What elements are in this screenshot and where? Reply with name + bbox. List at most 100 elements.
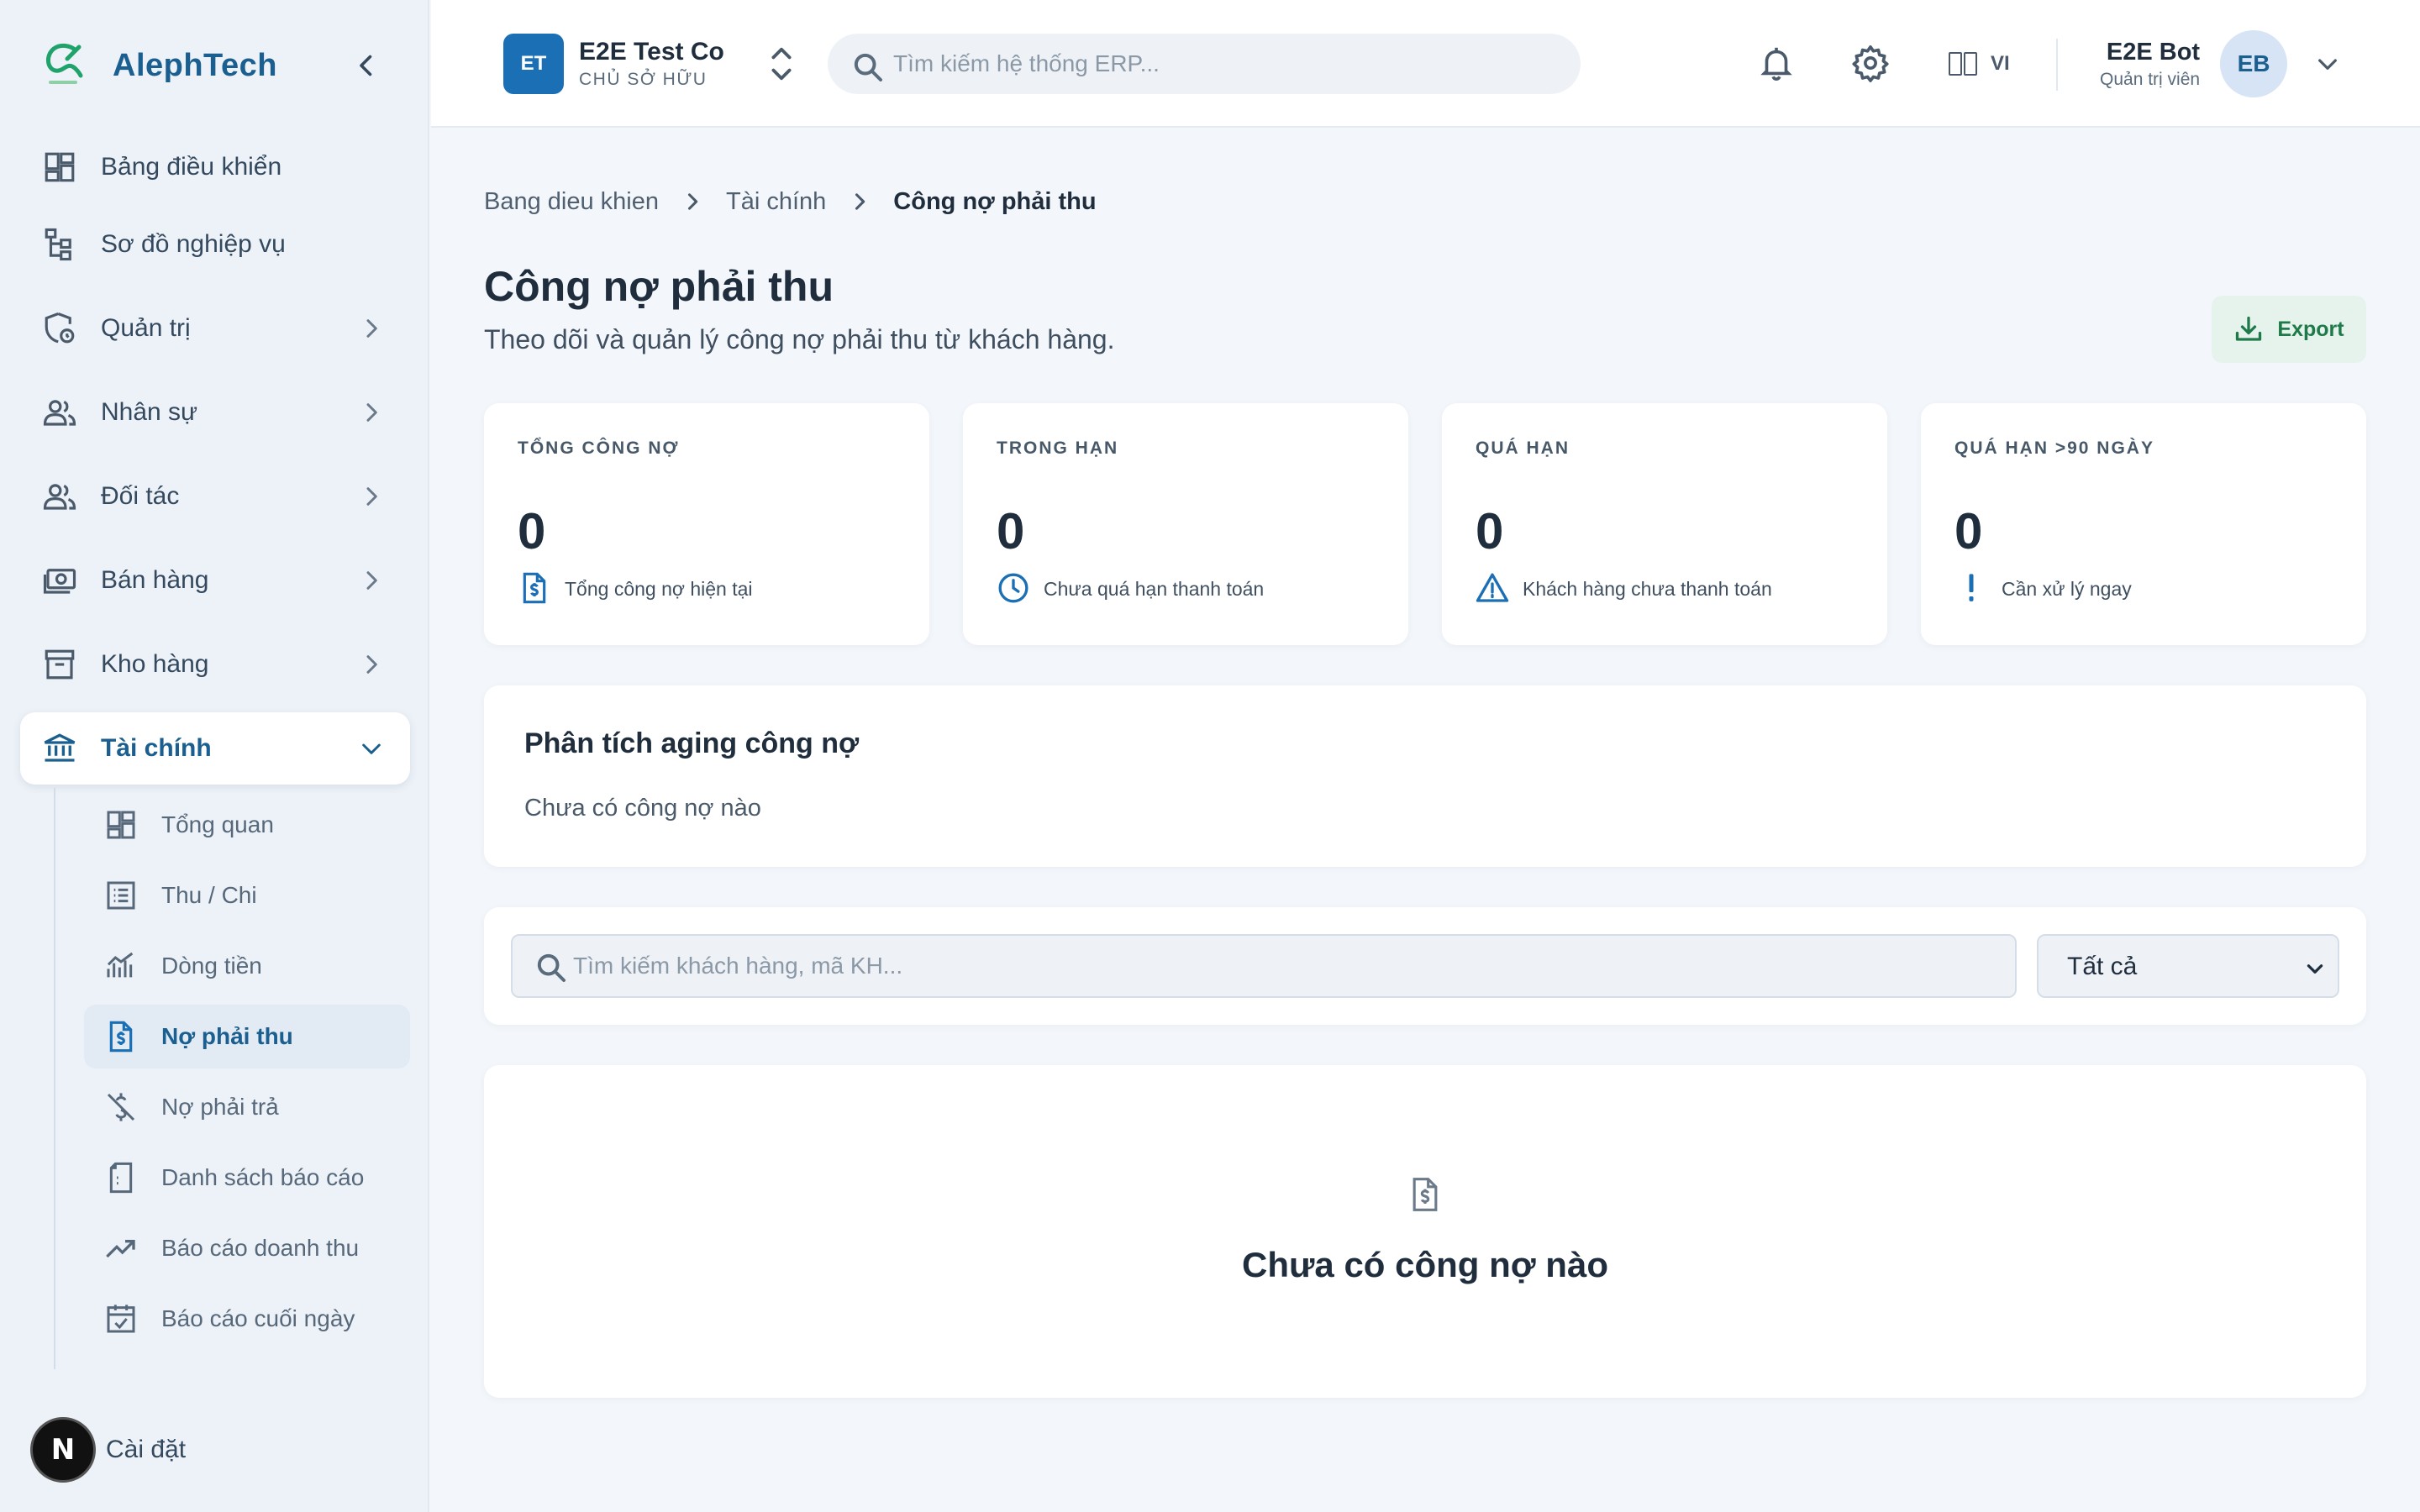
receivables-table-empty: Chưa có công nợ nào — [484, 1065, 2366, 1398]
user-name: E2E Bot — [2106, 38, 2201, 66]
company-name: E2E Test Co — [579, 38, 724, 66]
breadcrumb-item-dashboard[interactable]: Bang dieu khien — [484, 188, 659, 216]
money-off-icon — [104, 1090, 138, 1124]
archive-icon — [42, 647, 77, 682]
company-info: E2E Test Co CHỦ SỞ HỮU — [579, 38, 724, 90]
sub-item-cashflow[interactable]: Dòng tiền — [84, 934, 410, 998]
nav-item-settings[interactable]: N Cài đặt — [30, 1416, 186, 1483]
top-header: ET E2E Test Co CHỦ SỞ HỮU Tìm kiếm hệ th… — [431, 0, 2420, 128]
user-menu[interactable]: E2E Bot Quản trị viên EB — [2100, 30, 2341, 97]
invoice-dollar-icon — [1407, 1176, 1444, 1213]
company-avatar: ET — [503, 34, 564, 94]
export-label: Export — [2277, 317, 2344, 341]
sub-label: Nợ phải trả — [161, 1094, 279, 1120]
list-icon — [104, 879, 138, 912]
export-button[interactable]: Export — [2212, 296, 2366, 363]
nav-item-finance[interactable]: Tài chính — [20, 712, 410, 785]
stat-card-overdue-90: QUÁ HẠN >90 NGÀY 0 Cần xử lý ngay — [1921, 403, 2366, 645]
flag-icon — [1949, 52, 1977, 76]
sub-label: Báo cáo doanh thu — [161, 1235, 360, 1261]
brand-logo — [42, 42, 84, 89]
language-switcher[interactable]: VI — [1949, 47, 2010, 81]
stat-description: Khách hàng chưa thanh toán — [1523, 578, 1772, 600]
settings-gear-icon[interactable] — [1851, 44, 1890, 82]
customer-search-input[interactable]: Tìm kiếm khách hàng, mã KH... — [511, 934, 2017, 998]
chart-icon — [104, 949, 138, 983]
next-dev-badge[interactable]: N — [30, 1417, 96, 1483]
global-search-input[interactable]: Tìm kiếm hệ thống ERP... — [828, 34, 1581, 94]
exclamation-icon — [1954, 571, 1988, 605]
sub-item-receivables[interactable]: Nợ phải thu — [84, 1005, 410, 1068]
sub-label: Dòng tiền — [161, 953, 262, 979]
search-placeholder: Tìm kiếm hệ thống ERP... — [893, 50, 1160, 76]
sub-item-report-list[interactable]: Danh sách báo cáo — [84, 1146, 410, 1210]
settings-label: Cài đặt — [106, 1436, 187, 1463]
status-filter-select[interactable]: Tất cả — [2037, 934, 2339, 998]
invoice-dollar-icon — [518, 571, 551, 605]
nav-label: Bán hàng — [101, 566, 209, 594]
chevron-right-icon — [848, 190, 871, 213]
people-icon — [42, 395, 77, 430]
breadcrumb: Bang dieu khien Tài chính Công nợ phải t… — [484, 185, 1097, 218]
money-icon — [42, 563, 77, 598]
empty-state-text: Chưa có công nợ nào — [1242, 1245, 1608, 1284]
stat-title: QUÁ HẠN — [1476, 438, 1570, 458]
submenu-rail — [54, 788, 55, 1369]
nav-item-admin[interactable]: Quản trị — [20, 292, 410, 365]
report-icon — [104, 1161, 138, 1194]
search-placeholder: Tìm kiếm khách hàng, mã KH... — [573, 953, 903, 979]
stat-value: 0 — [1476, 503, 1504, 559]
chevron-right-icon — [681, 190, 704, 213]
chevron-down-icon — [2304, 958, 2326, 979]
nav-item-hr[interactable]: Nhân sự — [20, 376, 410, 449]
aging-analysis-card: Phân tích aging công nợ Chưa có công nợ … — [484, 685, 2366, 867]
chevron-right-icon — [358, 483, 385, 510]
warning-icon — [1476, 571, 1509, 605]
stat-value: 0 — [1954, 503, 1983, 559]
sub-item-revenue-report[interactable]: Báo cáo doanh thu — [84, 1216, 410, 1280]
nav-label: Quản trị — [101, 314, 191, 342]
header-divider — [2056, 39, 2058, 91]
sub-item-income-expense[interactable]: Thu / Chi — [84, 864, 410, 927]
nav-item-sales[interactable]: Bán hàng — [20, 544, 410, 617]
sidebar: AlephTech Bảng điều khiển Sơ đồ nghiệp v… — [0, 0, 429, 1512]
sub-label: Thu / Chi — [161, 882, 257, 908]
avatar: EB — [2220, 30, 2288, 97]
nav-item-partners[interactable]: Đối tác — [20, 460, 410, 533]
sub-item-payables[interactable]: Nợ phải trả — [84, 1075, 410, 1139]
breadcrumb-item-finance[interactable]: Tài chính — [726, 188, 826, 216]
brand-name: AlephTech — [113, 47, 277, 83]
sub-label: Báo cáo cuối ngày — [161, 1305, 355, 1331]
nav-label: Tài chính — [101, 734, 212, 762]
bank-icon — [42, 731, 77, 766]
badge-letter: N — [50, 1433, 76, 1467]
chevron-right-icon — [358, 399, 385, 426]
nav-item-dashboard[interactable]: Bảng điều khiển — [20, 131, 410, 203]
user-role: Quản trị viên — [2100, 69, 2201, 89]
aging-title: Phân tích aging công nợ — [524, 727, 860, 759]
brand[interactable]: AlephTech — [42, 42, 277, 89]
chevron-down-icon — [358, 735, 385, 762]
chevron-right-icon — [358, 651, 385, 678]
invoice-dollar-icon — [104, 1020, 138, 1053]
stat-title: TỔNG CÔNG NỢ — [518, 438, 680, 458]
nav-item-warehouse[interactable]: Kho hàng — [20, 628, 410, 701]
nav-item-business-map[interactable]: Sơ đồ nghiệp vụ — [20, 208, 410, 281]
page-title: Công nợ phải thu — [484, 263, 834, 310]
nav-label: Sơ đồ nghiệp vụ — [101, 230, 286, 258]
calendar-check-icon — [104, 1302, 138, 1336]
chevron-down-icon — [2314, 50, 2341, 77]
breadcrumb-item-current: Công nợ phải thu — [893, 187, 1097, 215]
sub-item-overview[interactable]: Tổng quan — [84, 793, 410, 857]
sub-label: Tổng quan — [161, 811, 274, 837]
user-info: E2E Bot Quản trị viên — [2100, 39, 2200, 90]
nav-label: Nhân sự — [101, 398, 198, 426]
dashboard-icon — [42, 150, 77, 185]
company-role: CHỦ SỞ HỮU — [579, 70, 708, 89]
notification-bell-icon[interactable] — [1757, 44, 1796, 82]
company-switcher[interactable]: ET E2E Test Co CHỦ SỞ HỮU — [503, 32, 795, 96]
collapse-sidebar-icon[interactable] — [351, 50, 381, 81]
chevron-right-icon — [358, 567, 385, 594]
sub-item-daily-report[interactable]: Báo cáo cuối ngày — [84, 1287, 410, 1351]
filter-bar: Tìm kiếm khách hàng, mã KH... Tất cả — [484, 907, 2366, 1025]
